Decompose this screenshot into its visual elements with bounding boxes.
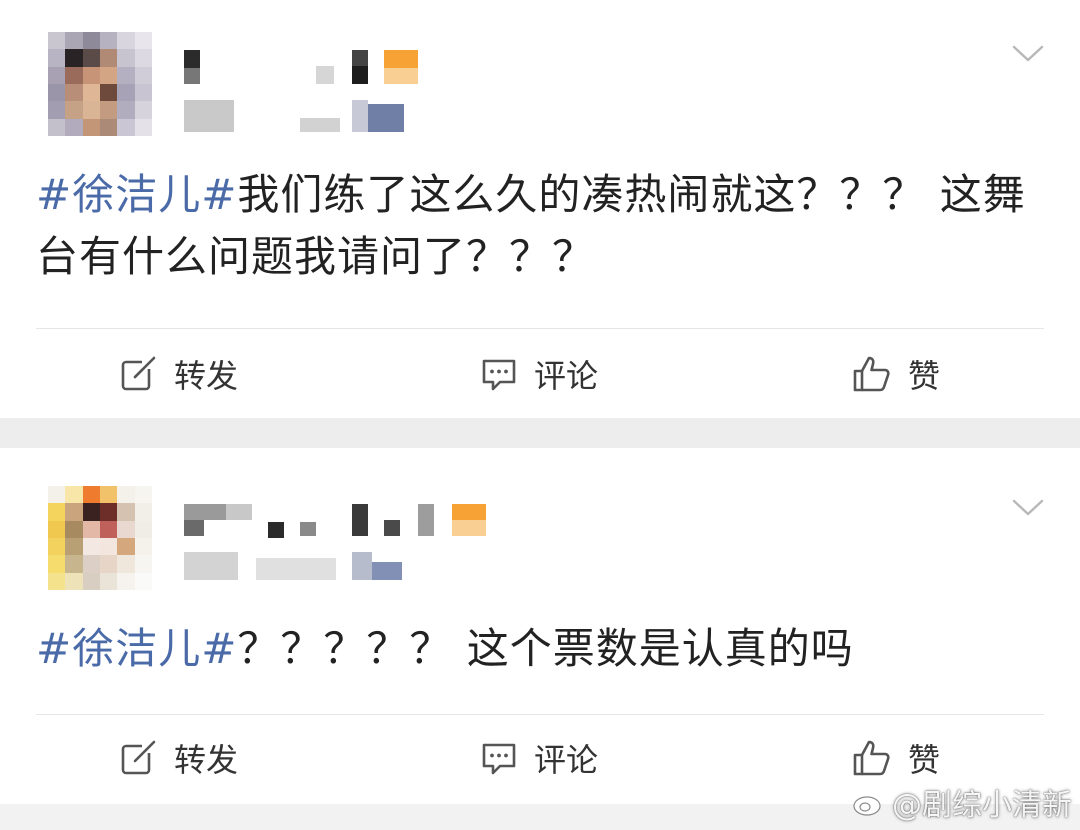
- card-separator: [0, 418, 1080, 448]
- weibo-logo-icon: [853, 789, 885, 816]
- like-button[interactable]: 赞: [852, 350, 940, 398]
- watermark-text: @剧综小清新: [892, 788, 1072, 823]
- hashtag-link[interactable]: #徐洁儿#: [36, 624, 237, 673]
- hashtag-link[interactable]: #徐洁儿#: [36, 170, 237, 219]
- post-text: #徐洁儿#？？？？？ 这个票数是认真的吗: [36, 618, 1040, 680]
- repost-label: 转发: [174, 741, 239, 779]
- avatar[interactable]: [48, 486, 152, 590]
- post-meta-mosaic: [176, 100, 426, 136]
- comment-label: 评论: [534, 357, 599, 395]
- repost-icon: [121, 356, 156, 391]
- comment-icon: [482, 359, 516, 391]
- repost-label: 转发: [174, 357, 239, 395]
- chevron-down-icon[interactable]: [1012, 498, 1044, 518]
- avatar[interactable]: [48, 32, 152, 136]
- like-button[interactable]: 赞: [852, 734, 940, 782]
- repost-icon: [121, 740, 156, 775]
- divider: [36, 328, 1044, 329]
- comment-button[interactable]: 评论: [480, 734, 598, 782]
- like-label: 赞: [908, 741, 941, 779]
- like-icon: [853, 356, 890, 392]
- repost-button[interactable]: 转发: [120, 350, 238, 398]
- watermark: @剧综小清新: [852, 780, 1072, 824]
- post-body: ？？？？？ 这个票数是认真的吗: [237, 624, 854, 673]
- comment-label: 评论: [534, 741, 599, 779]
- comment-icon: [482, 743, 516, 775]
- like-label: 赞: [908, 357, 941, 395]
- like-icon: [853, 740, 890, 776]
- comment-button[interactable]: 评论: [480, 350, 598, 398]
- divider: [36, 714, 1044, 715]
- username-mosaic[interactable]: [176, 498, 496, 544]
- post-text: #徐洁儿#我们练了这么久的凑热闹就这？？？ 这舞台有什么问题我请问了？？？: [36, 164, 1040, 288]
- post-card: #徐洁儿#我们练了这么久的凑热闹就这？？？ 这舞台有什么问题我请问了？？？ 转发…: [0, 0, 1080, 418]
- chevron-down-icon[interactable]: [1012, 44, 1044, 64]
- post-meta-mosaic: [176, 548, 416, 584]
- repost-button[interactable]: 转发: [120, 734, 238, 782]
- feed: #徐洁儿#我们练了这么久的凑热闹就这？？？ 这舞台有什么问题我请问了？？？ 转发…: [0, 0, 1080, 830]
